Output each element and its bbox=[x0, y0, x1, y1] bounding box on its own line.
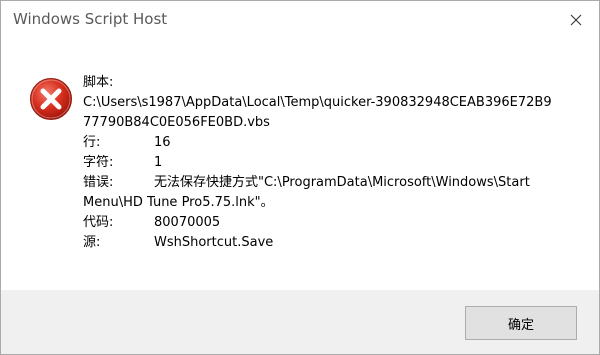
line-value: 16 bbox=[154, 135, 171, 150]
window-title: Windows Script Host bbox=[13, 10, 168, 28]
error-message-line1: 无法保存快捷方式"C:\ProgramData\Microsoft\Window… bbox=[154, 175, 530, 190]
source-label: 源: bbox=[83, 235, 101, 250]
error-details: 脚本: C:\Users\s1987\AppData\Local\Temp\qu… bbox=[83, 73, 552, 253]
close-button[interactable] bbox=[553, 1, 599, 39]
script-path-line2: 77790B84C0E056FE0BD.vbs bbox=[83, 115, 270, 130]
close-icon bbox=[570, 14, 582, 26]
error-icon bbox=[29, 77, 73, 121]
dialog-content: 脚本: C:\Users\s1987\AppData\Local\Temp\qu… bbox=[1, 39, 599, 289]
title-bar[interactable]: Windows Script Host bbox=[1, 1, 599, 39]
script-path-line1: C:\Users\s1987\AppData\Local\Temp\quicke… bbox=[83, 95, 552, 110]
char-label: 字符: bbox=[83, 155, 114, 170]
error-message-line2: Menu\HD Tune Pro5.75.lnk"。 bbox=[83, 195, 274, 210]
dialog-window: Windows Script Host 脚本: C:\Users\s1987\A… bbox=[0, 0, 600, 355]
code-value: 80070005 bbox=[154, 215, 221, 230]
char-row: 字符: 1 bbox=[83, 153, 552, 173]
button-bar: 确定 bbox=[1, 290, 599, 354]
code-row: 代码: 80070005 bbox=[83, 213, 552, 233]
script-label: 脚本: bbox=[83, 75, 114, 90]
error-row: 错误: 无法保存快捷方式"C:\ProgramData\Microsoft\Wi… bbox=[83, 173, 552, 193]
line-row: 行: 16 bbox=[83, 133, 552, 153]
source-row: 源: WshShortcut.Save bbox=[83, 233, 552, 253]
char-value: 1 bbox=[154, 155, 163, 170]
error-label: 错误: bbox=[83, 175, 114, 190]
line-label: 行: bbox=[83, 135, 101, 150]
code-label: 代码: bbox=[83, 215, 114, 230]
ok-button[interactable]: 确定 bbox=[465, 306, 577, 340]
source-value: WshShortcut.Save bbox=[154, 235, 274, 250]
